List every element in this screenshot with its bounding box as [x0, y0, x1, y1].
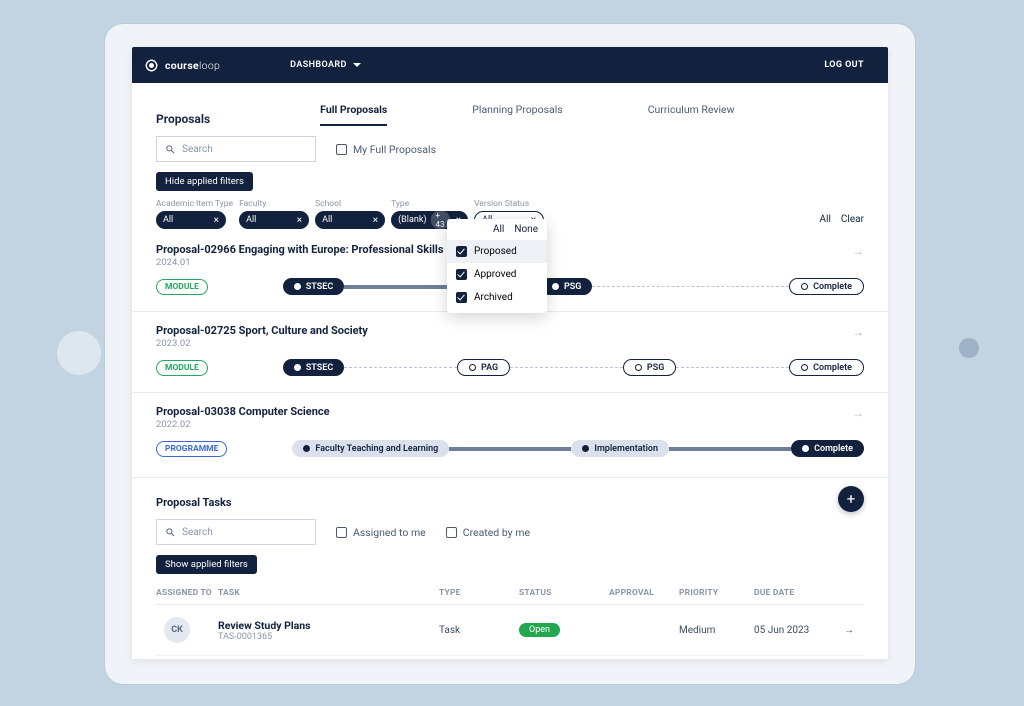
assigned-to-me[interactable]: Assigned to me: [336, 526, 426, 539]
tasks-header: ASSIGNED TO TASK TYPE STATUS APPROVAL PR…: [156, 574, 864, 605]
proposal-sub: 2022.02: [156, 419, 864, 430]
filter-school[interactable]: All ×: [315, 211, 385, 229]
search-icon: [165, 144, 176, 155]
workflow-node: Complete: [789, 278, 864, 295]
close-icon[interactable]: ×: [208, 215, 219, 226]
tasks-search[interactable]: Search: [156, 519, 316, 545]
module-tag: MODULE: [156, 279, 208, 295]
proposal-sub: 2023.02: [156, 338, 864, 349]
add-task-button[interactable]: +: [838, 486, 864, 512]
tab-full[interactable]: Full Proposals: [320, 103, 387, 126]
brand: courseloop: [165, 59, 220, 72]
workflow-node: Implementation: [571, 440, 669, 457]
search-icon: [165, 527, 176, 538]
task-row[interactable]: CK Review Study Plans TAS-0001365 Task O…: [156, 605, 864, 656]
dropdown-item-archived[interactable]: Archived: [447, 286, 547, 309]
arrow-right-icon: →: [852, 325, 864, 339]
chevron-down-icon: [353, 63, 361, 67]
workflow-node: STSEC: [283, 278, 344, 295]
check-icon: [456, 246, 467, 257]
proposal-title: Proposal-02725 Sport, Culture and Societ…: [156, 324, 864, 337]
filter-academic-label: Academic Item Type: [156, 199, 233, 209]
brand-a: course: [165, 59, 199, 72]
filter-faculty[interactable]: All ×: [239, 211, 309, 229]
filter-version-label: Version Status: [474, 199, 544, 209]
tab-planning[interactable]: Planning Proposals: [472, 103, 562, 126]
workflow-node: Complete: [791, 440, 864, 457]
screen: courseloop DASHBOARD LOG OUT Proposals F…: [132, 47, 888, 659]
status-badge: Open: [519, 623, 560, 637]
hide-filters-button[interactable]: Hide applied filters: [156, 172, 253, 191]
check-icon: [456, 292, 467, 303]
device-button-right: [959, 338, 979, 358]
filter-academic[interactable]: All ×: [156, 211, 226, 229]
workflow-node: PSG: [623, 359, 676, 376]
tasks-search-placeholder: Search: [182, 527, 213, 538]
arrow-right-icon: →: [852, 406, 864, 420]
proposals-search[interactable]: Search: [156, 136, 316, 162]
navbar: courseloop DASHBOARD LOG OUT: [132, 47, 888, 83]
dropdown-item-proposed[interactable]: Proposed: [447, 240, 547, 263]
checkbox-icon: [446, 527, 457, 538]
arrow-right-icon: →: [844, 625, 864, 636]
proposal-card[interactable]: Proposal-03038 Computer Science → 2022.0…: [132, 393, 888, 473]
proposals-search-placeholder: Search: [182, 144, 213, 155]
dropdown-item-approved[interactable]: Approved: [447, 263, 547, 286]
checkbox-icon: [336, 527, 347, 538]
filter-school-label: School: [315, 199, 385, 209]
workflow-node: Complete: [789, 359, 864, 376]
proposal-card[interactable]: Proposal-02725 Sport, Culture and Societ…: [132, 312, 888, 392]
checkbox-icon: [336, 144, 347, 155]
workflow-node: PAG: [457, 359, 510, 376]
programme-tag: PROGRAMME: [156, 441, 227, 457]
logo-icon: [144, 58, 159, 73]
workflow-node: PSG: [541, 278, 592, 295]
dropdown-none[interactable]: None: [514, 224, 538, 235]
nav-dashboard-label: DASHBOARD: [290, 60, 347, 70]
brand-b: loop: [199, 59, 220, 72]
arrow-right-icon: →: [852, 244, 864, 258]
filters-all[interactable]: All: [820, 214, 831, 225]
workflow-node: Faculty Teaching and Learning: [292, 440, 449, 457]
filters-clear[interactable]: Clear: [841, 214, 864, 225]
my-full-proposals-label: My Full Proposals: [353, 143, 436, 156]
task-name: Review Study Plans: [218, 619, 439, 632]
avatar: CK: [164, 617, 190, 643]
filter-type-label: Type: [391, 199, 468, 209]
show-filters-button[interactable]: Show applied filters: [156, 555, 257, 574]
dropdown-all[interactable]: All: [493, 224, 504, 235]
version-status-dropdown: All None Proposed Approved Archived: [447, 219, 547, 313]
created-by-me[interactable]: Created by me: [446, 526, 530, 539]
task-row[interactable]: RD Please add Market Insight Information…: [156, 656, 864, 659]
module-tag: MODULE: [156, 360, 208, 376]
tasks-title: Proposal Tasks: [156, 496, 864, 509]
proposal-title: Proposal-03038 Computer Science: [156, 405, 864, 418]
tabs: Full Proposals Planning Proposals Curric…: [320, 103, 864, 126]
my-full-proposals[interactable]: My Full Proposals: [336, 143, 436, 156]
filter-faculty-label: Faculty: [239, 199, 309, 209]
device-button-left: [57, 331, 101, 375]
nav-logout[interactable]: LOG OUT: [824, 60, 864, 70]
check-icon: [456, 269, 467, 280]
close-icon[interactable]: ×: [291, 215, 302, 226]
task-id: TAS-0001365: [218, 632, 439, 642]
tab-review[interactable]: Curriculum Review: [648, 103, 735, 126]
content: Proposals Full Proposals Planning Propos…: [132, 83, 888, 659]
page-title: Proposals: [156, 112, 210, 126]
nav-dashboard[interactable]: DASHBOARD: [290, 60, 361, 70]
workflow-node: STSEC: [283, 359, 344, 376]
close-icon[interactable]: ×: [367, 215, 378, 226]
